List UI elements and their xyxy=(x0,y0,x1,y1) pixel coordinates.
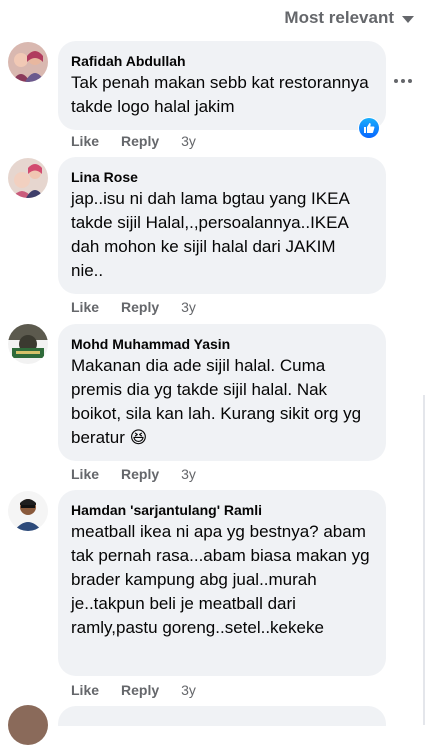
avatar[interactable] xyxy=(8,705,48,745)
comment-text: meatball ikea ni apa yg bestnya? abam ta… xyxy=(71,522,370,637)
avatar[interactable] xyxy=(8,42,48,82)
comment-author[interactable]: Rafidah Abdullah xyxy=(71,51,372,71)
comment-text: Tak penah makan sebb kat restorannya tak… xyxy=(71,73,369,116)
reply-button[interactable]: Reply xyxy=(121,681,159,699)
comment-author[interactable]: Lina Rose xyxy=(71,167,372,187)
sort-dropdown[interactable]: Most relevant xyxy=(284,8,414,28)
comment-bubble: Mohd Muhammad Yasin Makanan dia ade siji… xyxy=(58,324,386,461)
like-button[interactable]: Like xyxy=(71,298,99,316)
avatar-photo xyxy=(8,42,48,82)
like-button[interactable]: Like xyxy=(71,681,99,699)
like-button[interactable]: Like xyxy=(71,465,99,483)
ellipsis-icon xyxy=(394,79,398,83)
avatar[interactable] xyxy=(8,158,48,198)
comment-bubble xyxy=(58,706,386,726)
laughing-emoji-icon: 😆 xyxy=(129,428,148,447)
comment-actions: Like Reply 3y xyxy=(71,681,196,699)
comment-bubble: Hamdan 'sarjantulang' Ramli meatball ike… xyxy=(58,490,386,676)
comment-bubble: Lina Rose jap..isu ni dah lama bgtau yan… xyxy=(58,157,386,294)
comment-time[interactable]: 3y xyxy=(181,465,196,483)
comment-text: Makanan dia ade sijil halal. Cuma premis… xyxy=(71,354,372,450)
comment-actions: Like Reply 3y xyxy=(71,465,196,483)
comment-time[interactable]: 3y xyxy=(181,132,196,150)
comment-options-button[interactable] xyxy=(390,75,416,87)
reply-button[interactable]: Reply xyxy=(121,298,159,316)
comment-time[interactable]: 3y xyxy=(181,298,196,316)
comment-author[interactable]: Mohd Muhammad Yasin xyxy=(71,334,372,354)
avatar[interactable] xyxy=(8,324,48,364)
caret-down-icon xyxy=(402,15,414,23)
like-reaction-icon[interactable] xyxy=(358,117,380,139)
comment-time[interactable]: 3y xyxy=(181,681,196,699)
comment-text-body: Makanan dia ade sijil halal. Cuma premis… xyxy=(71,356,362,447)
reply-button[interactable]: Reply xyxy=(121,132,159,150)
comment-actions: Like Reply 3y xyxy=(71,298,196,316)
like-button[interactable]: Like xyxy=(71,132,99,150)
comment-text: jap..isu ni dah lama bgtau yang IKEA tak… xyxy=(71,189,349,280)
avatar[interactable] xyxy=(8,491,48,531)
sort-label: Most relevant xyxy=(284,8,394,27)
avatar-photo xyxy=(8,324,48,364)
avatar-photo xyxy=(8,158,48,198)
ellipsis-dot xyxy=(408,79,412,83)
comment-author[interactable]: Hamdan 'sarjantulang' Ramli xyxy=(71,500,372,520)
ellipsis-dot xyxy=(401,79,405,83)
avatar-photo xyxy=(8,491,48,531)
reply-button[interactable]: Reply xyxy=(121,465,159,483)
comment-bubble: Rafidah Abdullah Tak penah makan sebb ka… xyxy=(58,41,386,130)
comment-actions: Like Reply 3y xyxy=(71,132,196,150)
